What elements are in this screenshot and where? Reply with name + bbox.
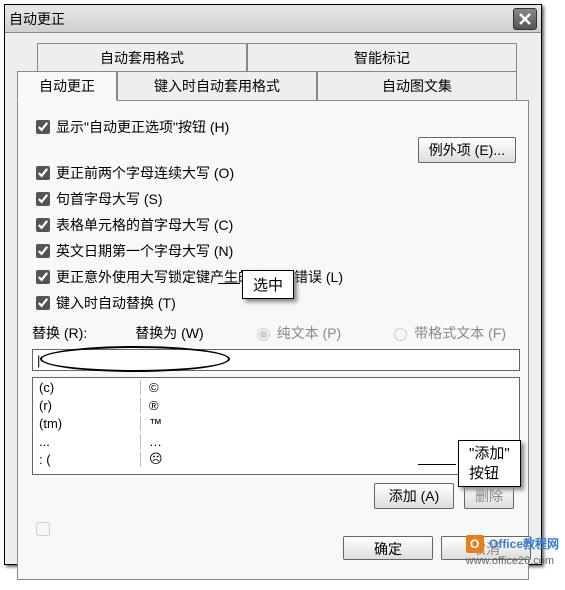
replace-label: 替换 (R): xyxy=(32,323,87,343)
ok-button[interactable]: 确定 xyxy=(343,536,433,560)
suggest-checkbox[interactable] xyxy=(36,522,50,536)
office-icon: O xyxy=(466,535,484,553)
close-icon xyxy=(519,13,531,25)
tab-content: 显示"自动更正选项"按钮 (H) 更正前两个字母连续大写 (O) 句首字母大写 … xyxy=(17,100,529,580)
list-item: (c)© xyxy=(33,378,519,396)
list-item: : (☹ xyxy=(33,450,519,468)
cap-cells-checkbox[interactable] xyxy=(36,218,50,232)
dialog-body: 自动套用格式 智能标记 自动更正 键入时自动套用格式 自动图文集 显示"自动更正… xyxy=(5,33,541,590)
cap-sentence-label: 句首字母大写 (S) xyxy=(56,189,163,209)
cap-days-label: 英文日期第一个字母大写 (N) xyxy=(56,241,233,261)
list-item: (tm)™ xyxy=(33,414,519,432)
formatted-text-radio[interactable] xyxy=(394,328,407,341)
annotation-connector xyxy=(418,464,456,465)
tab-autoformat-typing[interactable]: 键入时自动套用格式 xyxy=(117,71,317,101)
show-button-checkbox[interactable] xyxy=(36,120,50,134)
list-item: ...… xyxy=(33,432,519,450)
exceptions-button[interactable]: 例外项 (E)... xyxy=(418,137,516,163)
tab-autocorrect[interactable]: 自动更正 xyxy=(17,71,117,101)
replace-input[interactable] xyxy=(32,349,520,371)
with-label: 替换为 (W) xyxy=(135,323,203,343)
add-button[interactable]: 添加 (A) xyxy=(374,483,454,509)
window-title: 自动更正 xyxy=(9,9,65,29)
list-item: (r)® xyxy=(33,396,519,414)
tab-row-upper: 自动套用格式 智能标记 xyxy=(37,43,529,72)
annotation-selected: 选中 xyxy=(242,270,294,299)
formatted-text-label: 带格式文本 (F) xyxy=(414,323,506,343)
cap-sentence-checkbox[interactable] xyxy=(36,192,50,206)
plain-text-label: 纯文本 (P) xyxy=(277,323,342,343)
tab-autoformat[interactable]: 自动套用格式 xyxy=(37,43,247,72)
cap-cells-label: 表格单元格的首字母大写 (C) xyxy=(56,215,233,235)
replace-typing-checkbox[interactable] xyxy=(36,296,50,310)
caps-lock-checkbox[interactable] xyxy=(36,270,50,284)
annotation-add-button: "添加" 按钮 xyxy=(458,440,521,487)
annotation-connector xyxy=(218,283,240,284)
caps-lock-label: 更正意外使用大写锁定键产生的大小写错误 (L) xyxy=(56,267,343,287)
replace-typing-label: 键入时自动替换 (T) xyxy=(56,293,176,313)
tab-smarttags[interactable]: 智能标记 xyxy=(247,43,517,72)
close-button[interactable] xyxy=(513,8,537,30)
watermark-brand: Office教程网 xyxy=(489,537,559,551)
two-caps-label: 更正前两个字母连续大写 (O) xyxy=(56,163,234,183)
watermark-url: www.office26.com xyxy=(466,555,554,567)
tab-autotext[interactable]: 自动图文集 xyxy=(317,71,517,101)
replacement-listbox[interactable]: (c)© (r)® (tm)™ ...… : (☹ xyxy=(32,377,520,475)
watermark: O Office教程网 www.office26.com xyxy=(466,535,559,567)
two-caps-checkbox[interactable] xyxy=(36,166,50,180)
cap-days-checkbox[interactable] xyxy=(36,244,50,258)
titlebar: 自动更正 xyxy=(5,5,541,33)
plain-text-radio[interactable] xyxy=(257,328,270,341)
tab-row-lower: 自动更正 键入时自动套用格式 自动图文集 xyxy=(17,71,529,101)
show-button-label: 显示"自动更正选项"按钮 (H) xyxy=(56,117,229,137)
